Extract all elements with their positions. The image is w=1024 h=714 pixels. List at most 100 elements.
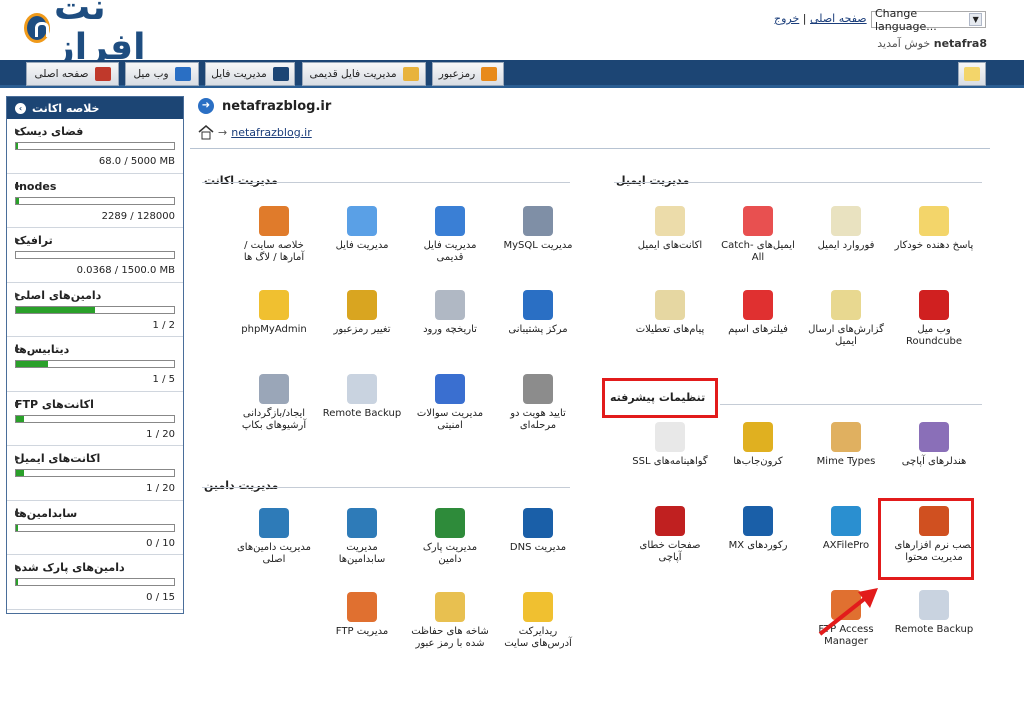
tile-redirect[interactable]: ریدایرکت آدرس‌های سایت xyxy=(498,592,578,672)
tile-support[interactable]: مرکز پشتیبانی xyxy=(498,290,578,370)
tile-domain[interactable]: مدیریت دامین‌های اصلی xyxy=(234,508,314,588)
stat-row: اکانت‌های ایمیل 1 / 20 xyxy=(7,446,183,501)
usage-bar xyxy=(15,469,175,477)
tile-label: مرکز پشتیبانی xyxy=(508,324,568,335)
tile-catch-all[interactable]: ایمیل‌های Catch-All xyxy=(718,206,798,286)
protected-folder-icon xyxy=(435,592,465,622)
login-history-icon xyxy=(435,290,465,320)
page-title: ➜ netafrazblog.ir xyxy=(198,98,331,114)
tab-file-manager[interactable]: مدیریت فایل xyxy=(205,62,295,86)
tile-delivery-report[interactable]: گزارش‌های ارسال ایمیل xyxy=(806,290,886,370)
account-summary-title: خلاصه اکانت xyxy=(32,101,100,115)
tile-file-manager-new[interactable]: مدیریت فایل xyxy=(322,206,402,286)
home-link[interactable]: صفحه اصلی xyxy=(810,12,867,25)
tile-autoresponder[interactable]: پاسخ دهنده خودکار xyxy=(894,206,974,286)
tile-ftp[interactable]: مدیریت FTP xyxy=(322,592,402,672)
tile-backup[interactable]: ایجاد/بازگردانی آرشیوهای بکاپ xyxy=(234,374,314,454)
breadcrumb-separator: → xyxy=(218,125,228,139)
nav-bar: صفحه اصلی وب میل مدیریت فایل مدیریت فایل… xyxy=(0,60,1024,88)
tile-remote-backup[interactable]: Remote Backup xyxy=(894,590,974,670)
vacation-icon xyxy=(655,290,685,320)
usage-bar xyxy=(15,196,175,205)
logo-text: نت افراز xyxy=(54,0,146,68)
divider xyxy=(720,404,982,405)
welcome-text: netafra8 خوش آمدید xyxy=(850,37,987,50)
account-summary-header[interactable]: خلاصه اکانت › xyxy=(7,97,183,119)
welcome-username: netafra8 xyxy=(933,37,987,50)
support-icon xyxy=(523,290,553,320)
main-content: ➜ netafrazblog.ir → netafrazblog.ir مدیر… xyxy=(190,96,1024,714)
tile-label: خلاصه سایت / آمارها / لاگ ها xyxy=(243,240,305,263)
tile-protected-folder[interactable]: شاخه های حفاظت شده با رمز عبور xyxy=(410,592,490,672)
home-icon[interactable] xyxy=(198,124,214,140)
envelope-button[interactable] xyxy=(958,62,986,86)
highlight-cms-tile xyxy=(878,498,974,580)
backup-icon xyxy=(259,374,289,404)
logout-link[interactable]: خروج xyxy=(774,12,799,25)
tile-two-factor[interactable]: تایید هویت دو مرحله‌ای xyxy=(498,374,578,454)
tile-spam-filter[interactable]: فیلترهای اسپم xyxy=(718,290,798,370)
tile-vacation[interactable]: پیام‌های تعطیلات xyxy=(630,290,710,370)
tile-label: Remote Backup xyxy=(894,624,974,635)
breadcrumb-link[interactable]: netafrazblog.ir xyxy=(231,126,312,139)
cron-icon xyxy=(743,422,773,452)
chevron-down-icon: ▼ xyxy=(969,13,982,26)
tab-label: صفحه اصلی xyxy=(34,68,89,80)
file-manager-icon xyxy=(435,206,465,236)
stat-value: 1 / 20 xyxy=(146,483,175,494)
phpmyadmin-icon xyxy=(259,290,289,320)
arrow-right-icon: ➜ xyxy=(198,98,214,114)
tile-parked-domain[interactable]: مدیریت پارک دامین xyxy=(410,508,490,588)
tile-cron[interactable]: کرون‌جاب‌ها xyxy=(718,422,798,502)
tile-mime-types[interactable]: Mime Types xyxy=(806,422,886,502)
tab-password[interactable]: رمزعبور xyxy=(432,62,504,86)
stat-value: 0 / 15 xyxy=(146,592,175,603)
tile-error-pages[interactable]: صفحات خطای آپاچی xyxy=(630,506,710,586)
usage-bar-fill xyxy=(16,143,19,149)
highlight-advanced-title xyxy=(602,378,718,418)
tile-forward[interactable]: فوروارد ایمیل xyxy=(806,206,886,286)
domain-icon xyxy=(259,508,289,538)
tab-webmail[interactable]: وب میل xyxy=(125,62,199,86)
tile-label: پاسخ دهنده خودکار xyxy=(894,240,974,251)
tile-dns[interactable]: مدیریت DNS xyxy=(498,508,578,588)
tile-label: ایمیل‌های Catch-All xyxy=(721,240,795,263)
tile-label: مدیریت پارک دامین xyxy=(422,542,478,565)
tile-email-accounts[interactable]: اکانت‌های ایمیل xyxy=(630,206,710,286)
stat-row: سابدامین‌ها 0 / 10 xyxy=(7,501,183,555)
tile-lock[interactable]: تغییر رمزعبور xyxy=(322,290,402,370)
lock-icon xyxy=(347,290,377,320)
page-title-text: netafrazblog.ir xyxy=(222,98,332,114)
tile-mx-records[interactable]: رکوردهای MX xyxy=(718,506,798,586)
file-manager-icon xyxy=(272,67,289,81)
tile-login-history[interactable]: تاریخچه ورود xyxy=(410,290,490,370)
tile-axfilepro[interactable]: AXFilePro xyxy=(806,506,886,586)
ftp-icon xyxy=(347,592,377,622)
parked-domain-icon xyxy=(435,508,465,538)
tile-label: گواهینامه‌های SSL xyxy=(632,456,708,467)
tile-label: گزارش‌های ارسال ایمیل xyxy=(808,324,884,347)
tile-stats[interactable]: خلاصه سایت / آمارها / لاگ ها xyxy=(234,206,314,286)
tile-roundcube[interactable]: وب میل Roundcube xyxy=(894,290,974,370)
stat-label: اکانت‌های FTP xyxy=(15,398,175,411)
tab-home[interactable]: صفحه اصلی xyxy=(26,62,119,86)
top-links: صفحه اصلی | خروج xyxy=(774,12,870,25)
tile-database[interactable]: مدیریت MySQL xyxy=(498,206,578,286)
tile-file-manager[interactable]: مدیریت فایل قدیمی xyxy=(410,206,490,286)
tile-phpmyadmin[interactable]: phpMyAdmin xyxy=(234,290,314,370)
stat-value: 0 / 10 xyxy=(146,537,175,549)
stat-label: سابدامین‌ها xyxy=(15,507,175,520)
file-manager-new-icon xyxy=(347,206,377,236)
stats-icon xyxy=(259,206,289,236)
tab-legacy-file-manager[interactable]: مدیریت فایل قدیمی xyxy=(302,62,426,86)
email-accounts-icon xyxy=(655,206,685,236)
tile-subdomain[interactable]: مدیریت سابدامین‌ها xyxy=(322,508,402,588)
tile-remote-backup[interactable]: Remote Backup xyxy=(322,374,402,454)
usage-bar-fill xyxy=(16,361,48,367)
logo[interactable]: نت افراز xyxy=(24,0,184,68)
tile-security-question[interactable]: مدیریت سوالات امنیتی xyxy=(410,374,490,454)
tile-handlers[interactable]: هندلرهای آپاچی xyxy=(894,422,974,502)
language-select[interactable]: Change language... ▼ xyxy=(871,7,986,33)
tile-ssl-certificate[interactable]: گواهینامه‌های SSL xyxy=(630,422,710,502)
usage-bar xyxy=(15,142,175,150)
